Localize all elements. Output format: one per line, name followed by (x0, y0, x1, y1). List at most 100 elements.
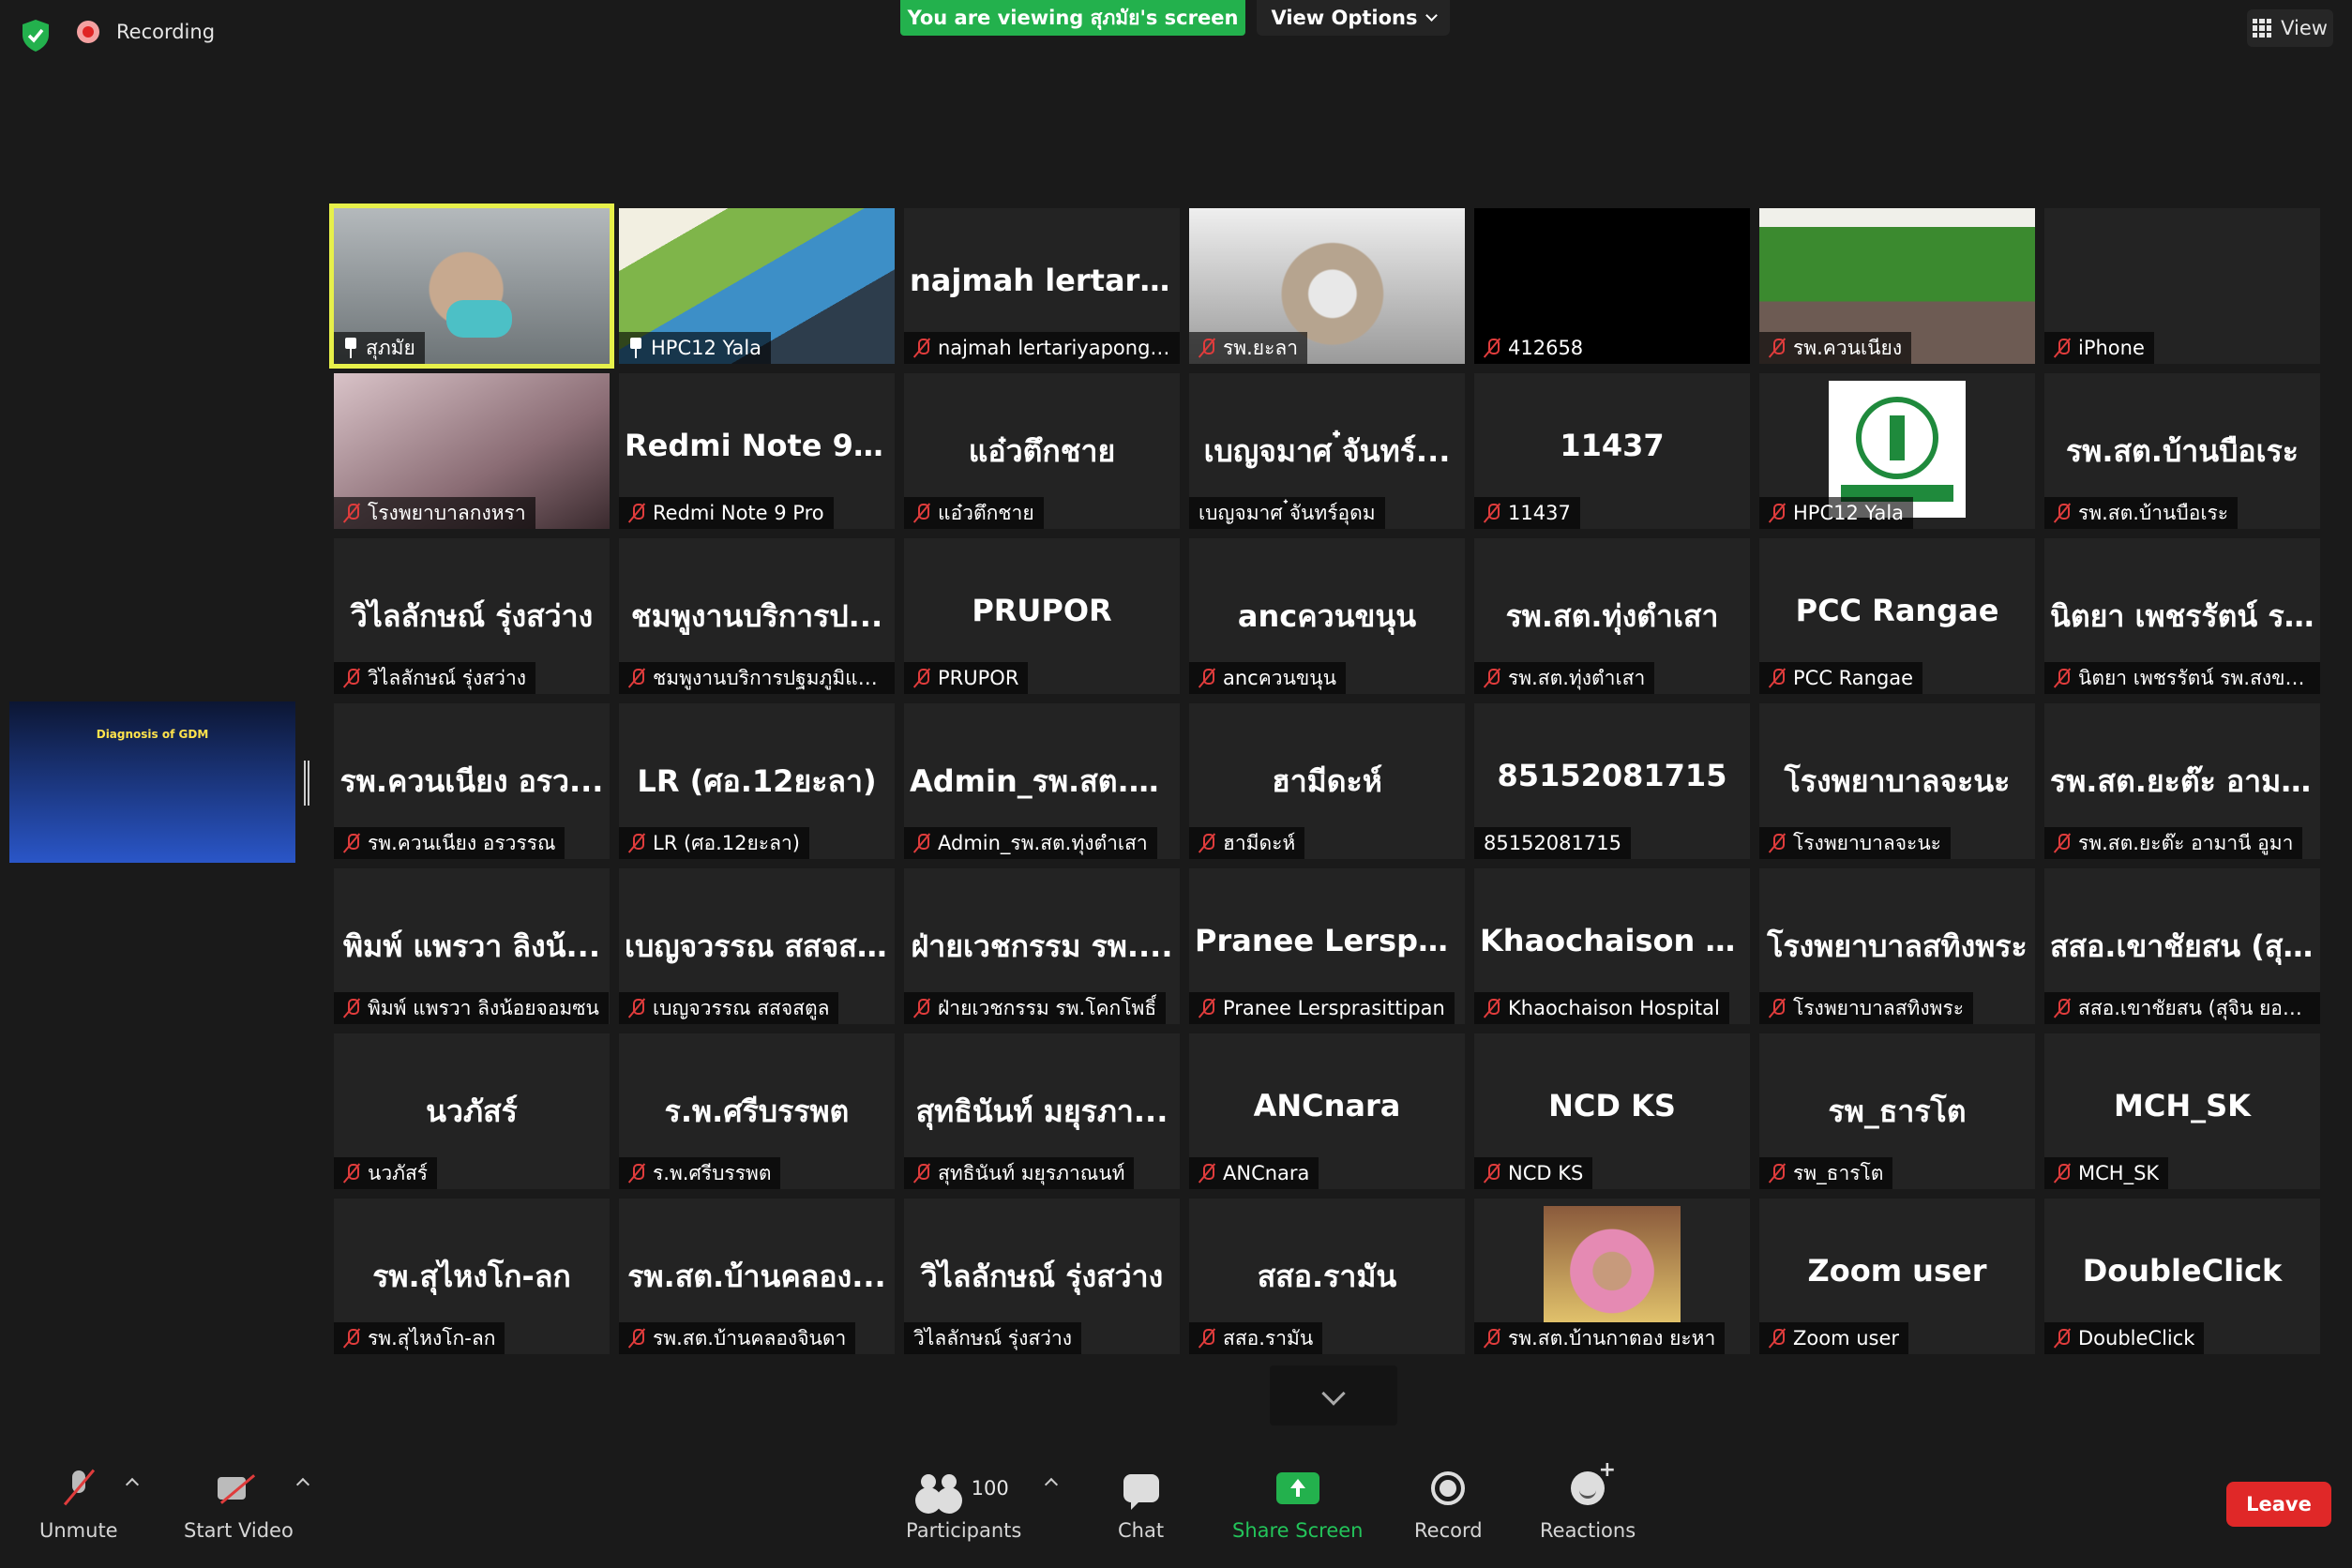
mic-muted-icon (1199, 1328, 1215, 1349)
participant-tile[interactable]: รพ.สต.บ้านบือเระ รพ.สต.บ้านบือเระ (2044, 373, 2320, 529)
participant-tile[interactable]: ancควนขนุน ancควนขนุน (1189, 538, 1465, 694)
participant-name-label: Admin_รพ.สต.ทุ่งตำเสา (904, 827, 1157, 859)
shared-screen-thumbnail[interactable]: Diagnosis of GDM (9, 701, 295, 863)
participant-tile[interactable]: iPhone (2044, 208, 2320, 364)
participant-label-text: 412658 (1508, 337, 1584, 359)
reactions-label: Reactions (1540, 1519, 1636, 1542)
participant-label-text: Admin_รพ.สต.ทุ่งตำเสา (938, 831, 1148, 854)
participant-name-label: วิไลลักษณ์ รุ่งสว่าง (334, 662, 535, 694)
participant-tile[interactable]: วิไลลักษณ์ รุ่งสว่าง วิไลลักษณ์ รุ่งสว่าง (904, 1199, 1180, 1354)
participant-tile[interactable]: เบญจวรรณ สสจส... เบญจวรรณ สสจสตูล (619, 868, 895, 1024)
participant-name-label: Pranee Lersprasittipan (1189, 992, 1455, 1024)
mic-muted-icon (2054, 338, 2071, 358)
participant-tile[interactable]: สสอ.รามัน สสอ.รามัน (1189, 1199, 1465, 1354)
participant-name-label: 11437 (1474, 497, 1580, 529)
participant-tile[interactable]: ฝ่ายเวชกรรม รพ.... ฝ่ายเวชกรรม รพ.โคกโพธิ… (904, 868, 1180, 1024)
participant-display-name: แอ๋วตึกชาย (968, 433, 1116, 469)
participant-tile[interactable]: PRUPOR PRUPOR (904, 538, 1180, 694)
security-shield-icon[interactable] (21, 19, 51, 53)
audio-options-caret-icon[interactable] (125, 1477, 140, 1492)
leave-button[interactable]: Leave (2226, 1482, 2331, 1527)
participant-tile[interactable]: ร.พ.ศรีบรรพต ร.พ.ศรีบรรพต (619, 1033, 895, 1189)
participant-tile[interactable]: DoubleClick DoubleClick (2044, 1199, 2320, 1354)
participant-label-text: โรงพยาบาลกงหรา (368, 501, 526, 524)
participant-tile[interactable]: รพ.ควนเนียง อรว... รพ.ควนเนียง อรวรรณ (334, 703, 610, 859)
participant-tile[interactable]: โรงพยาบาลจะนะ โรงพยาบาลจะนะ (1759, 703, 2035, 859)
participant-name-label: รพ.สต.ยะต๊ะ อามานี อูมา (2044, 827, 2303, 859)
mic-muted-icon (1199, 998, 1215, 1018)
record-button[interactable]: Record (1414, 1467, 1483, 1542)
participant-tile[interactable]: รพ.สต.บ้านคลอง... รพ.สต.บ้านคลองจินดา (619, 1199, 895, 1354)
participant-tile[interactable]: วิไลลักษณ์ รุ่งสว่าง วิไลลักษณ์ รุ่งสว่าง (334, 538, 610, 694)
scroll-down-button[interactable] (1270, 1365, 1397, 1425)
mic-muted-icon (343, 668, 360, 688)
view-options-button[interactable]: View Options (1257, 0, 1450, 36)
video-options-caret-icon[interactable] (295, 1477, 310, 1492)
video-off-icon (218, 1475, 259, 1501)
participant-tile[interactable]: 85152081715 85152081715 (1474, 703, 1750, 859)
participant-tile[interactable]: รพ.สต.ยะต๊ะ อาม... รพ.สต.ยะต๊ะ อามานี อูม… (2044, 703, 2320, 859)
participant-tile[interactable]: รพ.สต.ทุ่งตำเสา รพ.สต.ทุ่งตำเสา (1474, 538, 1750, 694)
participant-tile[interactable]: ชมพูงานบริการป... ชมพูงานบริการปฐมภูมิและ… (619, 538, 895, 694)
recording-indicator[interactable]: Recording (77, 21, 215, 43)
participant-tile[interactable]: Redmi Note 9 Pro Redmi Note 9 Pro (619, 373, 895, 529)
participant-tile[interactable]: สุทธินันท์ มยุรภา... สุทธินันท์ มยุรภาณนท… (904, 1033, 1180, 1189)
participant-tile[interactable]: NCD KS NCD KS (1474, 1033, 1750, 1189)
mic-muted-icon (1484, 503, 1500, 523)
participant-tile[interactable]: รพ.ยะลา (1189, 208, 1465, 364)
participant-display-name: Khaochaison Ho... (1480, 923, 1750, 958)
participant-tile[interactable]: HPC12 Yala (1759, 373, 2035, 529)
participant-tile[interactable]: นวภัสร์ นวภัสร์ (334, 1033, 610, 1189)
participant-tile[interactable]: MCH_SK MCH_SK (2044, 1033, 2320, 1189)
resize-handle[interactable] (304, 761, 309, 806)
participant-tile[interactable]: ANCnara ANCnara (1189, 1033, 1465, 1189)
participant-tile[interactable]: 412658 (1474, 208, 1750, 364)
participant-tile[interactable]: Khaochaison Ho... Khaochaison Hospital (1474, 868, 1750, 1024)
participant-tile[interactable]: LR (ศอ.12ยะลา) LR (ศอ.12ยะลา) (619, 703, 895, 859)
participant-tile[interactable]: สุภมัย (329, 204, 614, 369)
participant-display-name: ร.พ.ศรีบรรพต (664, 1093, 850, 1129)
participant-tile[interactable]: รพ_ธารโต รพ_ธารโต (1759, 1033, 2035, 1189)
participant-tile[interactable]: รพ.สต.บ้านกาตอง ยะหา (1474, 1199, 1750, 1354)
participant-display-name: NCD KS (1548, 1088, 1676, 1123)
participants-button[interactable]: 100 Participants (906, 1467, 1021, 1542)
participant-tile[interactable]: โรงพยาบาลกงหรา (334, 373, 610, 529)
participant-tile[interactable]: najmah lertariya... najmah lertariyapongk… (904, 208, 1180, 364)
participant-tile[interactable]: โรงพยาบาลสทิงพระ โรงพยาบาลสทิงพระ (1759, 868, 2035, 1024)
mic-muted-icon (628, 668, 645, 688)
participant-tile[interactable]: นิตยา เพชรรัตน์ ร... นิตยา เพชรรัตน์ รพ.ส… (2044, 538, 2320, 694)
participant-name-label: รพ.สต.บ้านบือเระ (2044, 497, 2239, 529)
participant-label-text: รพ.ควนเนียง (1793, 336, 1903, 359)
participant-tile[interactable]: HPC12 Yala (619, 208, 895, 364)
participant-name-label: LR (ศอ.12ยะลา) (619, 827, 809, 859)
participant-tile[interactable]: Admin_รพ.สต.ทุ่... Admin_รพ.สต.ทุ่งตำเสา (904, 703, 1180, 859)
participant-tile[interactable]: เบญจมาศ ๋จันทร์... เบญจมาศ ๋จันทร์อุดม (1189, 373, 1465, 529)
view-options-label: View Options (1271, 7, 1418, 29)
participant-tile[interactable]: Pranee Lersprasi... Pranee Lersprasittipa… (1189, 868, 1465, 1024)
participant-display-name: ANCnara (1253, 1088, 1401, 1123)
chat-button[interactable]: Chat (1118, 1467, 1164, 1542)
participant-tile[interactable]: รพ.สุไหงโก-ลก รพ.สุไหงโก-ลก (334, 1199, 610, 1354)
start-video-button[interactable]: Start Video (184, 1467, 294, 1542)
participant-tile[interactable]: พิมพ์ แพรวา ลิงน้... พิมพ์ แพรวา ลิงน้อยจ… (334, 868, 610, 1024)
participant-display-name: วิไลลักษณ์ รุ่งสว่าง (350, 598, 594, 634)
pin-icon (343, 338, 358, 358)
participant-tile[interactable]: สสอ.เขาชัยสน (สุ... สสอ.เขาชัยสน (สุจิน ย… (2044, 868, 2320, 1024)
participant-tile[interactable]: รพ.ควนเนียง (1759, 208, 2035, 364)
participant-display-name: รพ.สต.ยะต๊ะ อาม... (2050, 763, 2315, 799)
participant-tile[interactable]: PCC Rangae PCC Rangae (1759, 538, 2035, 694)
participant-tile[interactable]: Zoom user Zoom user (1759, 1199, 2035, 1354)
participant-tile[interactable]: แอ๋วตึกชาย แอ๋วตึกชาย (904, 373, 1180, 529)
participant-label-text: ชมพูงานบริการปฐมภูมิและอ... (653, 666, 885, 689)
unmute-button[interactable]: Unmute (39, 1467, 118, 1542)
participant-tile[interactable]: ฮามีดะห์ ฮามีดะห์ (1189, 703, 1465, 859)
participant-display-name: Pranee Lersprasi... (1195, 923, 1465, 958)
participant-label-text: สสอ.รามัน (1223, 1326, 1314, 1349)
participants-caret-icon[interactable] (1044, 1477, 1059, 1492)
view-button[interactable]: View (2247, 9, 2333, 47)
share-screen-button[interactable]: Share Screen (1232, 1467, 1363, 1542)
participant-tile[interactable]: 11437 11437 (1474, 373, 1750, 529)
mic-muted-icon (1769, 998, 1786, 1018)
reactions-button[interactable]: Reactions (1540, 1458, 1636, 1542)
participant-label-text: นิตยา เพชรรัตน์ รพ.สงขลา ... (2078, 666, 2311, 689)
